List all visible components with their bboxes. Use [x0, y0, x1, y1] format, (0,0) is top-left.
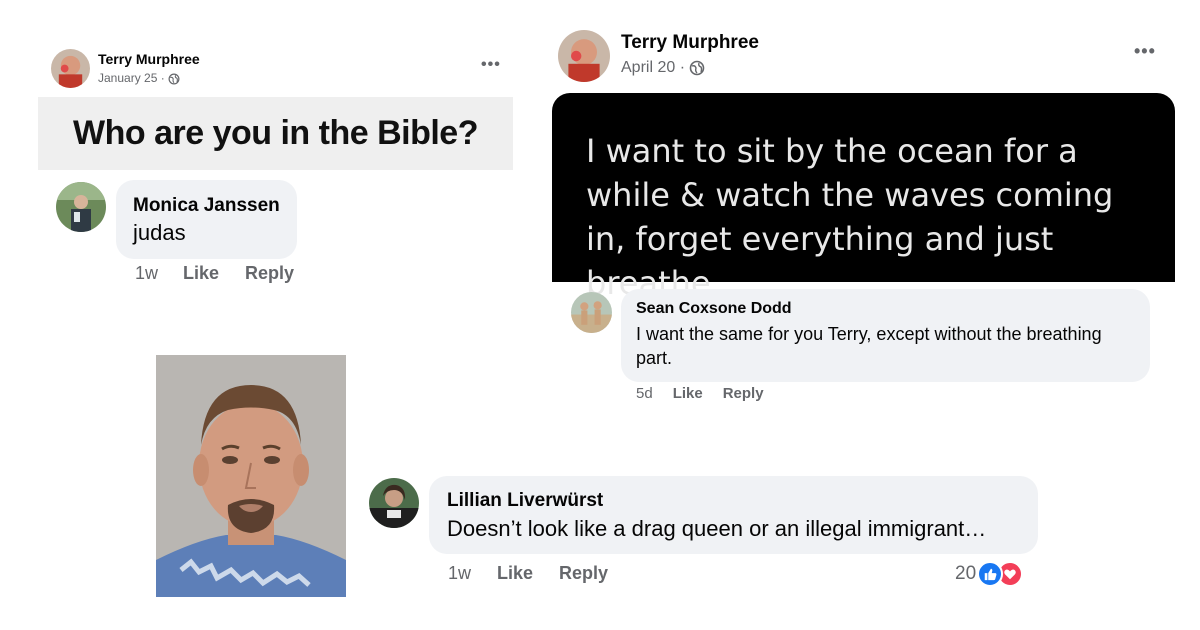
post-right-image-text: I want to sit by the ocean for a while &… [586, 132, 1114, 302]
monica-comment-text: judas [133, 220, 186, 245]
lillian-like-button[interactable]: Like [497, 563, 533, 584]
sean-like-button[interactable]: Like [673, 385, 703, 402]
sean-name[interactable]: Sean Coxsone Dodd [636, 300, 792, 318]
like-icon [977, 561, 1004, 587]
monica-reply-button[interactable]: Reply [245, 263, 294, 284]
lillian-reply-button[interactable]: Reply [559, 563, 608, 584]
post-left-image[interactable]: Who are you in the Bible? [38, 97, 513, 170]
lillian-avatar[interactable] [369, 478, 419, 528]
sean-reply-button[interactable]: Reply [723, 385, 764, 402]
reaction-count: 20 [955, 563, 977, 584]
globe-icon [168, 73, 180, 85]
monica-name[interactable]: Monica Janssen [133, 195, 280, 217]
sean-comment-actions: 5d Like Reply [636, 385, 764, 402]
post-right-image[interactable]: I want to sit by the ocean for a while &… [552, 93, 1175, 302]
lillian-comment-time[interactable]: 1w [448, 563, 471, 584]
monica-comment-actions: 1w Like Reply [135, 263, 294, 284]
post-right-date-text[interactable]: April 20 · [621, 59, 685, 76]
post-right-date: April 20 · [621, 59, 705, 77]
lillian-comment-text: Doesn’t look like a drag queen or an ill… [447, 516, 987, 541]
post-right-author-name[interactable]: Terry Murphree [621, 32, 759, 54]
globe-icon [690, 60, 705, 76]
lillian-comment-actions: 1w Like Reply [448, 563, 608, 584]
post-left-image-text: Who are you in the Bible? [73, 114, 478, 152]
monica-comment-time[interactable]: 1w [135, 263, 158, 284]
post-left-date: January 25 · [98, 71, 180, 85]
post-right-author-avatar[interactable] [558, 30, 610, 82]
lillian-reactions[interactable]: 20 [955, 561, 1024, 587]
lillian-comment-bubble [429, 476, 1038, 554]
post-left-author-avatar[interactable] [51, 49, 90, 88]
sean-comment-text: I want the same for you Terry, except wi… [636, 324, 1102, 368]
sean-comment-time[interactable]: 5d [636, 385, 653, 402]
lillian-name[interactable]: Lillian Liverwürst [447, 490, 603, 512]
post-left-author-name[interactable]: Terry Murphree [98, 51, 200, 67]
sean-avatar[interactable] [571, 292, 612, 333]
mugshot-photo [156, 355, 346, 597]
post-right-more-icon[interactable]: ••• [1134, 41, 1156, 62]
monica-avatar[interactable] [56, 182, 106, 232]
post-left-more-icon[interactable]: ••• [481, 56, 501, 74]
monica-like-button[interactable]: Like [183, 263, 219, 284]
post-left-date-text[interactable]: January 25 · [98, 71, 165, 85]
